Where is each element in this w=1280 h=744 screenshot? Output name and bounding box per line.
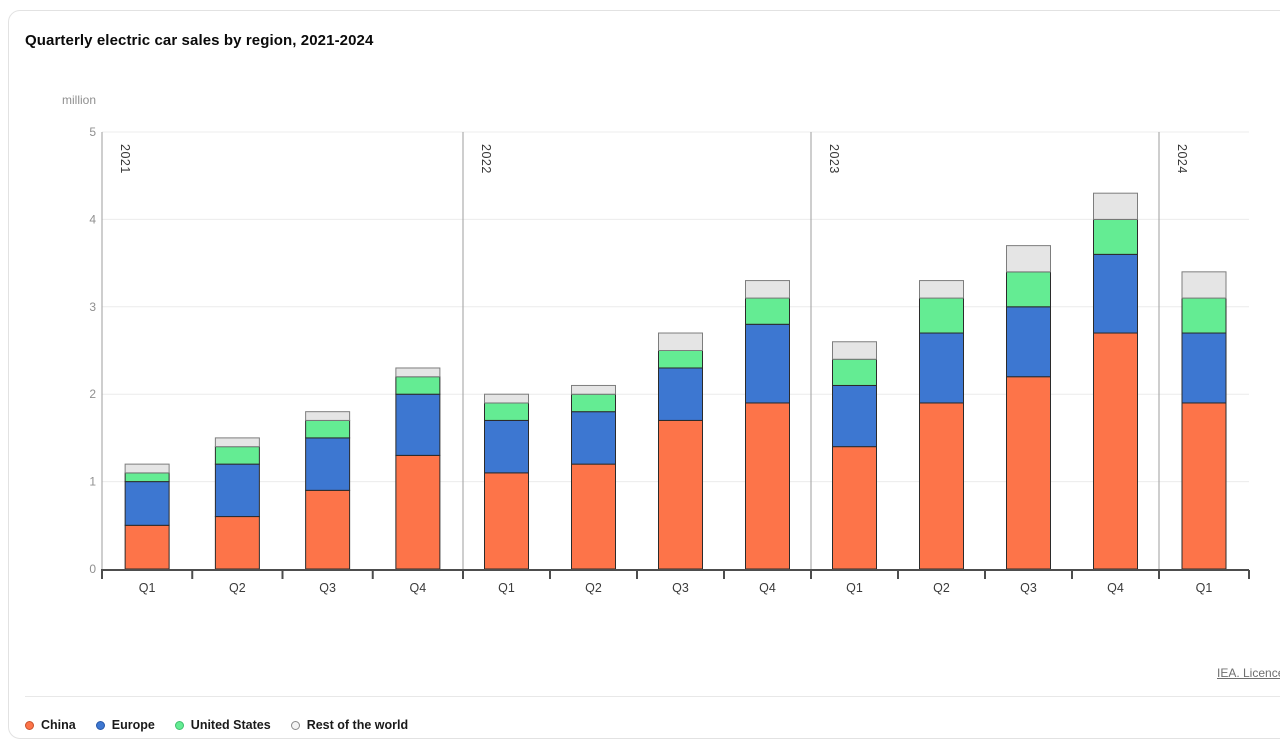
- bar-segment-united-states-2023-Q2[interactable]: [919, 297, 964, 334]
- y-tick-label-3: 3: [89, 300, 96, 314]
- legend-dot-icon: [290, 720, 300, 730]
- bar-segment-rest-of-the-world-2023-Q1[interactable]: [832, 341, 877, 360]
- bar-segment-china-2022-Q4[interactable]: [745, 402, 790, 570]
- y-axis-unit-label: million: [62, 93, 96, 107]
- bar-segment-rest-of-the-world-2022-Q4[interactable]: [745, 280, 790, 299]
- bar-segment-china-2022-Q2[interactable]: [571, 463, 616, 570]
- bar-segment-rest-of-the-world-2024-Q1[interactable]: [1181, 271, 1227, 299]
- chart-card: Quarterly electric car sales by region, …: [8, 10, 1280, 739]
- x-tick-label-2021-Q3: Q3: [319, 581, 336, 595]
- bar-segment-rest-of-the-world-2021-Q1[interactable]: [124, 463, 170, 474]
- bar-segment-united-states-2024-Q1[interactable]: [1181, 297, 1227, 334]
- sales-chart: 0 1 2 3 4 5 million Q1 Q2 Q3 Q4 Q1 Q2 Q3 Q4 Q1 Q2 Q3 Q4 Q1 2…: [62, 93, 1250, 595]
- bar-segment-europe-2022-Q4[interactable]: [745, 323, 790, 404]
- bar-segment-europe-2021-Q1[interactable]: [124, 481, 170, 526]
- bar-segment-europe-2022-Q2[interactable]: [571, 411, 616, 465]
- legend-label: Rest of the world: [306, 718, 409, 732]
- bar-segment-europe-2022-Q3[interactable]: [658, 367, 703, 421]
- legend-item-united-states[interactable]: United States: [174, 718, 271, 732]
- bar-segment-china-2021-Q3[interactable]: [305, 489, 351, 570]
- bar-segment-europe-2023-Q4[interactable]: [1093, 253, 1138, 334]
- bar-segment-rest-of-the-world-2022-Q2[interactable]: [571, 384, 616, 395]
- year-label-2021: 2021: [118, 144, 132, 174]
- bar-segment-europe-2022-Q1[interactable]: [484, 419, 529, 474]
- y-tick-label-0: 0: [89, 562, 96, 576]
- bar-segment-europe-2021-Q3[interactable]: [305, 437, 351, 491]
- bar-segment-china-2022-Q1[interactable]: [484, 472, 529, 570]
- bar-segment-china-2023-Q1[interactable]: [832, 446, 877, 570]
- x-tick-label-2023-Q4: Q4: [1107, 581, 1124, 595]
- legend-divider: [25, 696, 1280, 697]
- y-tick-label-5: 5: [89, 125, 96, 139]
- bar-segment-united-states-2022-Q3[interactable]: [658, 350, 703, 369]
- bar-segment-united-states-2021-Q3[interactable]: [305, 419, 351, 439]
- bar-segment-united-states-2022-Q4[interactable]: [745, 297, 790, 325]
- bar-segment-rest-of-the-world-2023-Q3[interactable]: [1006, 245, 1051, 273]
- year-label-2024: 2024: [1175, 144, 1189, 174]
- x-tick-label-2023-Q2: Q2: [933, 581, 950, 595]
- bar-segment-europe-2023-Q1[interactable]: [832, 384, 877, 448]
- x-tick-label-2021-Q2: Q2: [229, 581, 246, 595]
- legend-label: Europe: [111, 718, 155, 732]
- bar-segment-europe-2024-Q1[interactable]: [1181, 332, 1227, 404]
- legend-dot-icon: [25, 720, 34, 730]
- bar-segment-united-states-2023-Q3[interactable]: [1006, 271, 1051, 308]
- bar-segment-united-states-2021-Q2[interactable]: [214, 446, 260, 465]
- chart-legend: China Europe United States Rest of the worl…: [25, 710, 408, 740]
- source-link[interactable]: IEA. Licence: [1217, 666, 1280, 680]
- bar-segment-rest-of-the-world-2022-Q3[interactable]: [658, 332, 703, 351]
- bar-segment-united-states-2022-Q1[interactable]: [484, 402, 529, 421]
- x-tick-label-2022-Q4: Q4: [759, 581, 776, 595]
- bar-segment-europe-2021-Q2[interactable]: [214, 463, 260, 518]
- legend-item-europe[interactable]: Europe: [95, 718, 155, 732]
- legend-item-china[interactable]: China: [25, 718, 76, 732]
- bar-segment-rest-of-the-world-2021-Q3[interactable]: [305, 411, 351, 421]
- x-tick-label-2023-Q1: Q1: [846, 581, 863, 595]
- year-label-2022: 2022: [479, 144, 493, 174]
- legend-dot-icon: [174, 720, 184, 730]
- bar-segment-china-2023-Q2[interactable]: [919, 402, 964, 570]
- bar-segment-united-states-2021-Q4[interactable]: [395, 376, 441, 395]
- bar-segment-rest-of-the-world-2022-Q1[interactable]: [484, 393, 529, 404]
- bar-segment-china-2023-Q4[interactable]: [1093, 332, 1138, 570]
- bar-segment-china-2022-Q3[interactable]: [658, 419, 703, 570]
- bar-segment-europe-2023-Q3[interactable]: [1006, 306, 1051, 378]
- bar-segment-china-2024-Q1[interactable]: [1181, 402, 1227, 570]
- bar-segment-rest-of-the-world-2023-Q4[interactable]: [1093, 192, 1138, 220]
- x-tick-label-2023-Q3: Q3: [1020, 581, 1037, 595]
- bar-segment-china-2021-Q4[interactable]: [395, 454, 441, 570]
- legend-label: United States: [190, 718, 271, 732]
- x-tick-label-2021-Q1: Q1: [139, 581, 156, 595]
- x-tick-label-2024-Q1: Q1: [1196, 581, 1213, 595]
- x-tick-label-2022-Q3: Q3: [672, 581, 689, 595]
- bar-segment-united-states-2023-Q1[interactable]: [832, 358, 877, 386]
- year-label-2023: 2023: [827, 144, 841, 174]
- bar-segment-europe-2021-Q4[interactable]: [395, 393, 441, 456]
- bar-segment-united-states-2023-Q4[interactable]: [1093, 218, 1138, 255]
- bar-segment-united-states-2022-Q2[interactable]: [571, 393, 616, 413]
- x-tick-label-2022-Q2: Q2: [585, 581, 602, 595]
- y-tick-label-1: 1: [89, 475, 96, 489]
- bar-segment-rest-of-the-world-2021-Q2[interactable]: [214, 437, 260, 448]
- legend-item-rest-of-the-world[interactable]: Rest of the world: [290, 718, 409, 732]
- bar-segment-china-2021-Q2[interactable]: [214, 516, 260, 570]
- bar-segment-rest-of-the-world-2023-Q2[interactable]: [919, 280, 964, 299]
- bar-segment-china-2023-Q3[interactable]: [1006, 376, 1051, 570]
- x-tick-label-2022-Q1: Q1: [498, 581, 515, 595]
- bar-segment-europe-2023-Q2[interactable]: [919, 332, 964, 404]
- bar-segment-rest-of-the-world-2021-Q4[interactable]: [395, 367, 441, 378]
- legend-dot-icon: [95, 720, 105, 730]
- bar-segment-china-2021-Q1[interactable]: [124, 524, 170, 570]
- bar-segment-united-states-2021-Q1[interactable]: [124, 472, 170, 483]
- y-tick-label-4: 4: [89, 212, 96, 226]
- y-tick-label-2: 2: [89, 387, 96, 401]
- x-tick-label-2021-Q4: Q4: [410, 581, 427, 595]
- legend-label: China: [41, 718, 76, 732]
